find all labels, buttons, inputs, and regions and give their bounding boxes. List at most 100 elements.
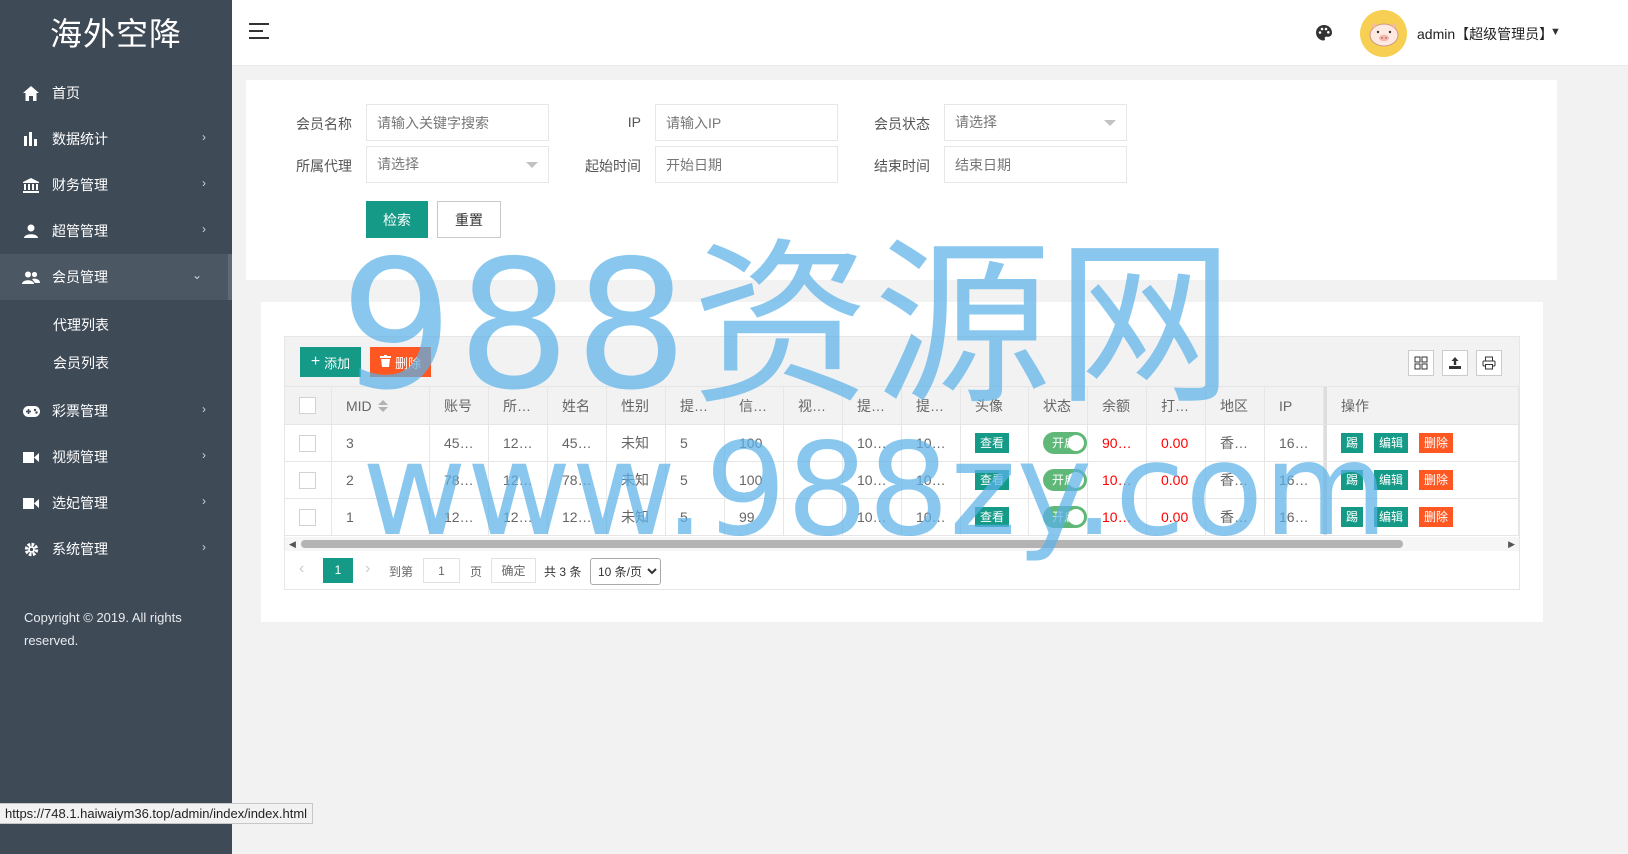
cell-agent: 12… [489,425,548,461]
col-gender: 性别 [607,387,666,424]
scroll-right-icon[interactable]: ▶ [1508,539,1515,550]
edit-button[interactable]: 编辑 [1374,433,1409,453]
row-checkbox[interactable] [299,508,316,526]
chevron-right-icon: › [202,448,206,462]
sidebar-item-finance[interactable]: 财务管理 › [0,162,232,208]
sidebar-item-superadmin[interactable]: 超管管理 › [0,208,232,254]
kick-button[interactable]: 踢 [1341,507,1364,527]
top-header: admin【超级管理员】 ▼ [232,0,1628,66]
sidebar-item-members[interactable]: 会员管理 ⌄ [0,254,232,300]
delete-button[interactable]: 删除 [1419,433,1454,453]
view-avatar-button[interactable]: 查看 [975,433,1010,453]
view-avatar-button[interactable]: 查看 [975,470,1010,490]
delete-button[interactable]: 删除 [1419,507,1454,527]
page-number-input[interactable] [423,558,460,583]
cell-name: 45… [548,425,607,461]
start-time-label: 起始时间 [585,158,641,174]
delete-button[interactable]: 删除 [1419,470,1454,490]
col-name: 姓名 [548,387,607,424]
member-name-label: 会员名称 [296,116,352,132]
columns-filter-icon[interactable] [1408,350,1434,376]
status-toggle[interactable]: 开启 [1043,432,1087,454]
export-icon[interactable] [1442,350,1468,376]
sidebar-item-label: 超管管理 [52,223,108,239]
gamepad-icon [22,402,40,420]
view-avatar-button[interactable]: 查看 [975,507,1010,527]
scroll-left-icon[interactable]: ◀ [289,539,296,550]
kick-button[interactable]: 踢 [1341,470,1364,490]
current-page[interactable]: 1 [323,558,353,583]
sidebar-item-stats[interactable]: 数据统计 › [0,116,232,162]
status-toggle[interactable]: 开启 [1043,469,1087,491]
row-checkbox[interactable] [299,471,316,489]
select-all-cell [285,387,332,424]
cell-region: 香… [1206,462,1265,498]
col-mid[interactable]: MID [332,387,430,424]
member-table-panel: + 添加 删除 MID 账号 所… 姓名 性别 提… 信… 视… 提… 提… 头… [261,302,1543,622]
select-all-checkbox[interactable] [299,397,316,414]
cell-mid: 3 [332,425,430,461]
avatar[interactable] [1360,10,1407,57]
user-menu[interactable]: admin【超级管理员】 [1417,24,1553,44]
batch-delete-button[interactable]: 删除 [370,347,431,377]
sidebar-subitem-member-list[interactable]: 会员列表 [0,344,232,382]
kick-button[interactable]: 踢 [1341,433,1364,453]
start-date-input[interactable] [655,146,838,183]
cell-c9: 10… [843,499,902,535]
goto-confirm-button[interactable]: 确定 [491,558,536,583]
caret-down-icon[interactable]: ▼ [1550,26,1561,38]
add-button[interactable]: + 添加 [300,347,361,377]
scrollbar-thumb[interactable] [301,540,1403,548]
row-select-cell [285,499,332,535]
sidebar-item-lottery[interactable]: 彩票管理 › [0,388,232,434]
copyright-text: Copyright © 2019. All rights reserved. [24,610,182,648]
brand-title: 海外空降 [49,15,182,53]
sort-icon[interactable] [377,399,388,412]
member-status-select[interactable]: 请选择 [944,104,1127,141]
palette-icon[interactable] [1315,24,1333,45]
cell-c6: 5 [666,499,725,535]
sidebar-subitem-agent-list[interactable]: 代理列表 [0,306,232,344]
table-row: 3 45… 12… 45… 未知 5 100 10… 10… 查看 开启 90…… [285,425,1519,462]
cell-avatar: 查看 [961,499,1029,535]
agent-select[interactable]: 请选择 [366,146,549,183]
sidebar-item-concubine[interactable]: 选妃管理 › [0,480,232,526]
print-icon[interactable] [1476,350,1502,376]
status-toggle[interactable]: 开启 [1043,506,1087,528]
col-avatar: 头像 [961,387,1029,424]
page-size-select[interactable]: 10 条/页 [590,558,661,585]
cell-c10: 10… [902,425,961,461]
search-button[interactable]: 检索 [366,201,428,238]
cell-status: 开启 [1029,499,1088,535]
horizontal-scrollbar[interactable]: ◀ ▶ [285,537,1519,551]
edit-button[interactable]: 编辑 [1374,507,1409,527]
cell-gender: 未知 [607,425,666,461]
cell-credit: 99 [725,499,784,535]
row-checkbox[interactable] [299,434,316,452]
next-page-icon[interactable]: › [365,560,370,578]
reset-button[interactable]: 重置 [437,201,501,238]
cell-c6: 5 [666,425,725,461]
sidebar-item-home[interactable]: 首页 [0,70,232,116]
sidebar-item-label: 视频管理 [52,449,108,465]
cell-c8 [784,462,843,498]
edit-button[interactable]: 编辑 [1374,470,1409,490]
sidebar-item-label: 首页 [52,85,80,101]
end-date-input[interactable] [944,146,1127,183]
col-c9: 提… [843,387,902,424]
col-c10: 提… [902,387,961,424]
col-agent: 所… [489,387,548,424]
member-name-input[interactable] [366,104,549,141]
sidebar-item-video[interactable]: 视频管理 › [0,434,232,480]
ip-input[interactable] [655,104,838,141]
cell-balance: 10… [1088,462,1147,498]
menu-toggle-icon[interactable] [249,23,269,43]
cell-actions: 踢 编辑 删除 [1324,499,1519,535]
row-select-cell [285,425,332,461]
submenu-members: 代理列表 会员列表 [0,300,232,388]
cell-account: 45… [430,425,489,461]
sidebar-item-system[interactable]: 系统管理 › [0,526,232,572]
prev-page-icon[interactable]: ‹ [299,560,304,578]
table-row: 2 78… 12… 78… 未知 5 100 10… 10… 查看 开启 10…… [285,462,1519,499]
caret-down-icon [526,162,538,168]
